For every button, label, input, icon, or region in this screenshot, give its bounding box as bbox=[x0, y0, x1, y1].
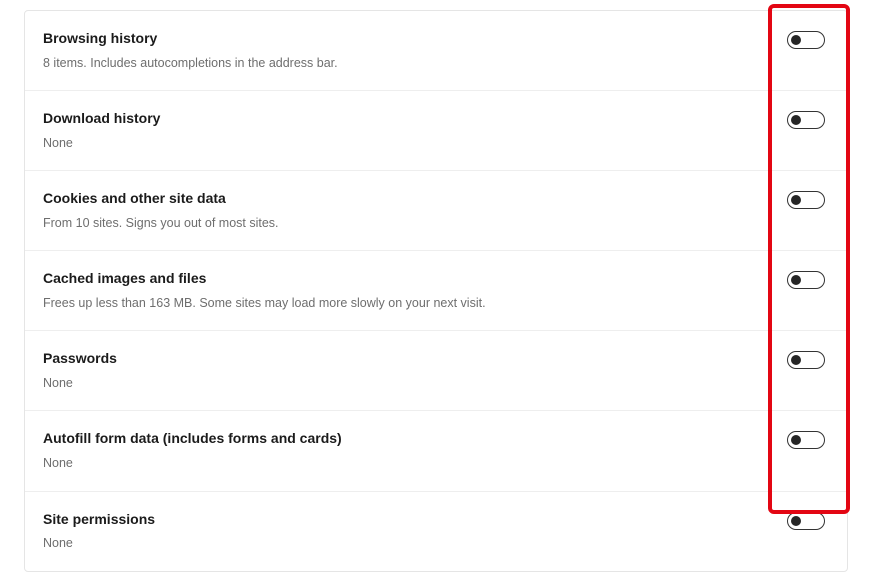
row-text: Site permissions None bbox=[43, 510, 787, 553]
row-download-history: Download history None bbox=[25, 91, 847, 171]
row-passwords: Passwords None bbox=[25, 331, 847, 411]
row-subtitle: From 10 sites. Signs you out of most sit… bbox=[43, 215, 767, 233]
row-text: Browsing history 8 items. Includes autoc… bbox=[43, 29, 787, 72]
row-text: Passwords None bbox=[43, 349, 787, 392]
toggle-knob-icon bbox=[791, 115, 801, 125]
toggle-autofill-form-data[interactable] bbox=[787, 431, 825, 449]
toggle-browsing-history[interactable] bbox=[787, 31, 825, 49]
toggle-cookies-site-data[interactable] bbox=[787, 191, 825, 209]
clear-data-panel: Browsing history 8 items. Includes autoc… bbox=[24, 10, 848, 572]
row-subtitle: None bbox=[43, 375, 767, 393]
toggle-cached-images-files[interactable] bbox=[787, 271, 825, 289]
row-text: Autofill form data (includes forms and c… bbox=[43, 429, 787, 472]
row-text: Cookies and other site data From 10 site… bbox=[43, 189, 787, 232]
row-subtitle: None bbox=[43, 135, 767, 153]
toggle-site-permissions[interactable] bbox=[787, 512, 825, 530]
row-subtitle: 8 items. Includes autocompletions in the… bbox=[43, 55, 767, 73]
toggle-knob-icon bbox=[791, 355, 801, 365]
row-title: Autofill form data (includes forms and c… bbox=[43, 429, 767, 449]
row-title: Cached images and files bbox=[43, 269, 767, 289]
toggle-knob-icon bbox=[791, 516, 801, 526]
row-cookies-site-data: Cookies and other site data From 10 site… bbox=[25, 171, 847, 251]
row-cached-images-files: Cached images and files Frees up less th… bbox=[25, 251, 847, 331]
toggle-passwords[interactable] bbox=[787, 351, 825, 369]
row-subtitle: None bbox=[43, 455, 767, 473]
row-title: Site permissions bbox=[43, 510, 767, 530]
row-autofill-form-data: Autofill form data (includes forms and c… bbox=[25, 411, 847, 491]
row-text: Download history None bbox=[43, 109, 787, 152]
toggle-knob-icon bbox=[791, 35, 801, 45]
row-title: Browsing history bbox=[43, 29, 767, 49]
row-text: Cached images and files Frees up less th… bbox=[43, 269, 787, 312]
toggle-knob-icon bbox=[791, 275, 801, 285]
toggle-knob-icon bbox=[791, 195, 801, 205]
row-browsing-history: Browsing history 8 items. Includes autoc… bbox=[25, 11, 847, 91]
row-title: Cookies and other site data bbox=[43, 189, 767, 209]
row-subtitle: None bbox=[43, 535, 767, 553]
row-site-permissions: Site permissions None bbox=[25, 492, 847, 571]
toggle-download-history[interactable] bbox=[787, 111, 825, 129]
row-title: Passwords bbox=[43, 349, 767, 369]
row-subtitle: Frees up less than 163 MB. Some sites ma… bbox=[43, 295, 767, 313]
row-title: Download history bbox=[43, 109, 767, 129]
toggle-knob-icon bbox=[791, 435, 801, 445]
